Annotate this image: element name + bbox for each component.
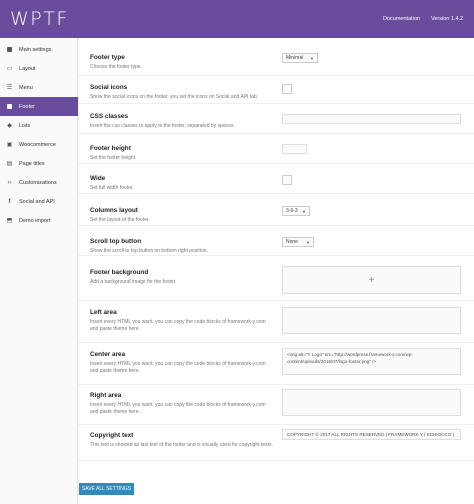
sidebar-item-menu[interactable]: ☰ Menu [0, 78, 78, 97]
setting-label: Wide [90, 175, 106, 182]
setting-css-classes: CSS classes Insert the css classes to ap… [79, 104, 474, 134]
sidebar-item-label: Lists [19, 122, 31, 129]
setting-label: Right area [90, 392, 122, 399]
setting-description: Choose the footer type. [90, 64, 142, 70]
footer-type-select[interactable]: Minimal ▼ [282, 53, 318, 63]
setting-copyright: Copyright text This text is showed as la… [79, 425, 474, 461]
setting-label: Footer type [90, 54, 125, 61]
sidebar-item-lists[interactable]: ◆ Lists [0, 116, 78, 135]
left-area-textarea[interactable] [282, 307, 461, 334]
documentation-link[interactable]: Documentation [383, 16, 420, 22]
setting-description: Show the social icons on the footer, you… [90, 94, 259, 100]
sidebar-item-social-api[interactable]: f Social and API [0, 192, 78, 211]
setting-description: Add a background image for the footer. [90, 279, 177, 285]
setting-right-area: Right area Insert every HTML you want, y… [79, 385, 474, 425]
css-classes-input[interactable] [282, 114, 461, 124]
setting-label: Left area [90, 309, 117, 316]
footer-background-upload[interactable]: + [282, 266, 461, 294]
setting-scroll-top: Scroll top button Show the scroll to top… [79, 226, 474, 256]
sidebar-item-label: Footer [19, 103, 35, 110]
top-bar: WPTF Documentation Version 1.4.2 [0, 0, 474, 38]
setting-columns-layout: Columns layout Set the layout of the foo… [79, 194, 474, 226]
app-logo: WPTF [10, 8, 69, 30]
sidebar: Main settings ▭ Layout ☰ Menu Footer ◆ L… [0, 38, 78, 504]
save-all-settings-button[interactable]: SAVE ALL SETTINGS [79, 483, 134, 495]
setting-label: CSS classes [90, 113, 129, 120]
sidebar-item-label: Layout [19, 65, 36, 72]
setting-wide: Wide Set full width footer. [79, 164, 474, 194]
code-icon: ‹› [7, 179, 12, 186]
setting-label: Columns layout [90, 207, 138, 214]
sidebar-item-label: Customizations [19, 179, 57, 186]
sidebar-item-demo-import[interactable]: ⬒ Demo import [0, 211, 78, 230]
plus-icon: + [368, 274, 375, 286]
sidebar-item-layout[interactable]: ▭ Layout [0, 59, 78, 78]
sidebar-item-customizations[interactable]: ‹› Customizations [0, 173, 78, 192]
sidebar-item-label: Main settings [19, 46, 52, 53]
setting-description: Insert every HTML you want, you can copy… [90, 402, 266, 415]
social-icons-checkbox[interactable] [282, 84, 292, 94]
setting-label: Scroll top button [90, 238, 142, 245]
chevron-down-icon: ▼ [310, 56, 314, 61]
import-icon: ⬒ [6, 218, 13, 224]
sidebar-item-footer[interactable]: Footer [0, 97, 78, 116]
setting-label: Center area [90, 351, 126, 358]
setting-description: This text is showed as last text of the … [90, 442, 273, 448]
setting-center-area: Center area Insert every HTML you want, … [79, 343, 474, 385]
sidebar-item-label: Demo import [19, 217, 51, 224]
chevron-down-icon: ▼ [302, 209, 306, 214]
settings-panel: Footer type Choose the footer type. Mini… [79, 38, 474, 504]
copyright-input[interactable]: COPYRIGHT © 2017 ALL RIGHTS RESERVED | F… [282, 429, 461, 440]
sidebar-item-label: Social and API [19, 198, 55, 205]
layout-icon: ▭ [6, 66, 13, 72]
menu-icon: ☰ [6, 85, 13, 91]
columns-layout-select[interactable]: 3-6-3 ▼ [282, 206, 310, 216]
setting-description: Insert every HTML you want, you can copy… [90, 319, 266, 332]
setting-label: Copyright text [90, 432, 134, 439]
page-icon [6, 46, 13, 53]
setting-label: Footer height [90, 145, 131, 152]
version-label: Version 1.4.2 [431, 16, 464, 22]
setting-description: Show the scroll to top button on bottom … [90, 248, 208, 254]
right-area-textarea[interactable] [282, 389, 461, 416]
sidebar-item-woocommerce[interactable]: ▣ Woocommerce [0, 135, 78, 154]
wide-checkbox[interactable] [282, 175, 292, 185]
footer-icon [6, 103, 13, 110]
facebook-icon: f [8, 198, 11, 205]
setting-footer-background: Footer background Add a background image… [79, 256, 474, 301]
setting-description: Set the layout of the footer. [90, 217, 150, 223]
scroll-top-select[interactable]: None ▼ [282, 237, 314, 247]
setting-description: Insert the css classes to apply to the f… [90, 123, 235, 129]
setting-footer-height: Footer height Set the footer height. [79, 134, 474, 164]
setting-description: Insert every HTML you want, you can copy… [90, 361, 266, 374]
sidebar-item-label: Menu [19, 84, 33, 91]
sidebar-item-label: Woocommerce [19, 141, 56, 148]
setting-description: Set the footer height. [90, 155, 137, 161]
setting-social-icons: Social icons Show the social icons on th… [79, 76, 474, 104]
setting-description: Set full width footer. [90, 185, 134, 191]
setting-left-area: Left area Insert every HTML you want, yo… [79, 301, 474, 343]
cart-icon: ▣ [6, 142, 13, 148]
setting-footer-type: Footer type Choose the footer type. Mini… [79, 48, 474, 76]
titles-icon: ▤ [6, 161, 13, 167]
sidebar-item-main-settings[interactable]: Main settings [0, 40, 78, 59]
setting-label: Social icons [90, 84, 128, 91]
sidebar-item-label: Page titles [19, 160, 45, 167]
tag-icon: ◆ [7, 123, 12, 129]
footer-height-input[interactable] [282, 144, 307, 154]
center-area-textarea[interactable]: <img alt="Y Logo" src="http://wordpress.… [282, 348, 461, 375]
sidebar-item-page-titles[interactable]: ▤ Page titles [0, 154, 78, 173]
chevron-down-icon: ▼ [306, 240, 310, 245]
setting-label: Footer background [90, 269, 149, 276]
